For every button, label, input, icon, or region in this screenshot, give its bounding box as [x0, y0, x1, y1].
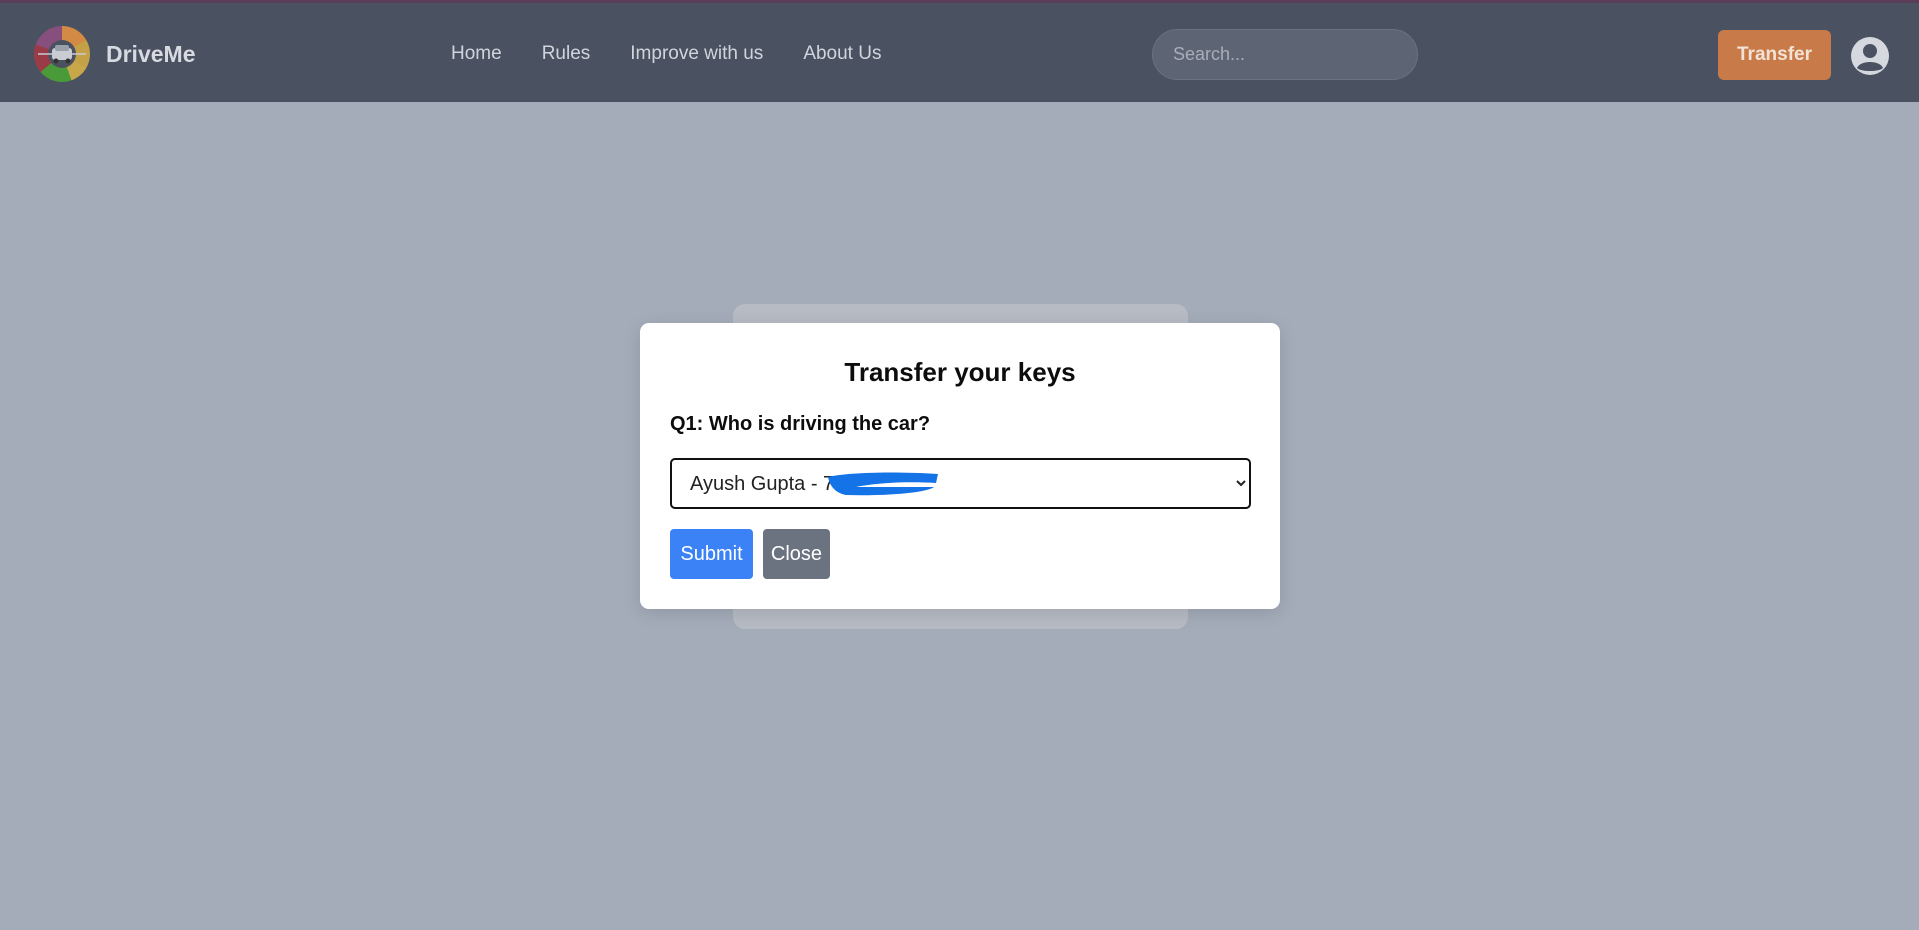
question-label: Q1: Who is driving the car?: [670, 413, 931, 435]
nav-links: Home Rules Improve with us About Us: [451, 43, 921, 65]
modal-title: Transfer your keys: [844, 357, 1076, 387]
user-circle-icon[interactable]: [1850, 36, 1890, 76]
brand[interactable]: DriveMe: [34, 26, 195, 82]
brand-name: DriveMe: [106, 40, 196, 67]
search-input[interactable]: [1152, 29, 1418, 80]
navbar: DriveMe Home Rules Improve with us About…: [0, 3, 1919, 102]
submit-button[interactable]: Submit: [670, 529, 753, 579]
driver-select[interactable]: Ayush Gupta - 70: [670, 458, 1251, 509]
car-wheel-logo-icon: [34, 26, 90, 82]
nav-home[interactable]: Home: [451, 43, 502, 65]
nav-improve-with-us[interactable]: Improve with us: [630, 43, 763, 65]
close-button[interactable]: Close: [763, 529, 830, 579]
transfer-button[interactable]: Transfer: [1718, 30, 1831, 80]
nav-rules[interactable]: Rules: [542, 43, 591, 65]
nav-about-us[interactable]: About Us: [803, 43, 881, 65]
transfer-keys-modal: Transfer your keys Q1: Who is driving th…: [640, 323, 1280, 609]
